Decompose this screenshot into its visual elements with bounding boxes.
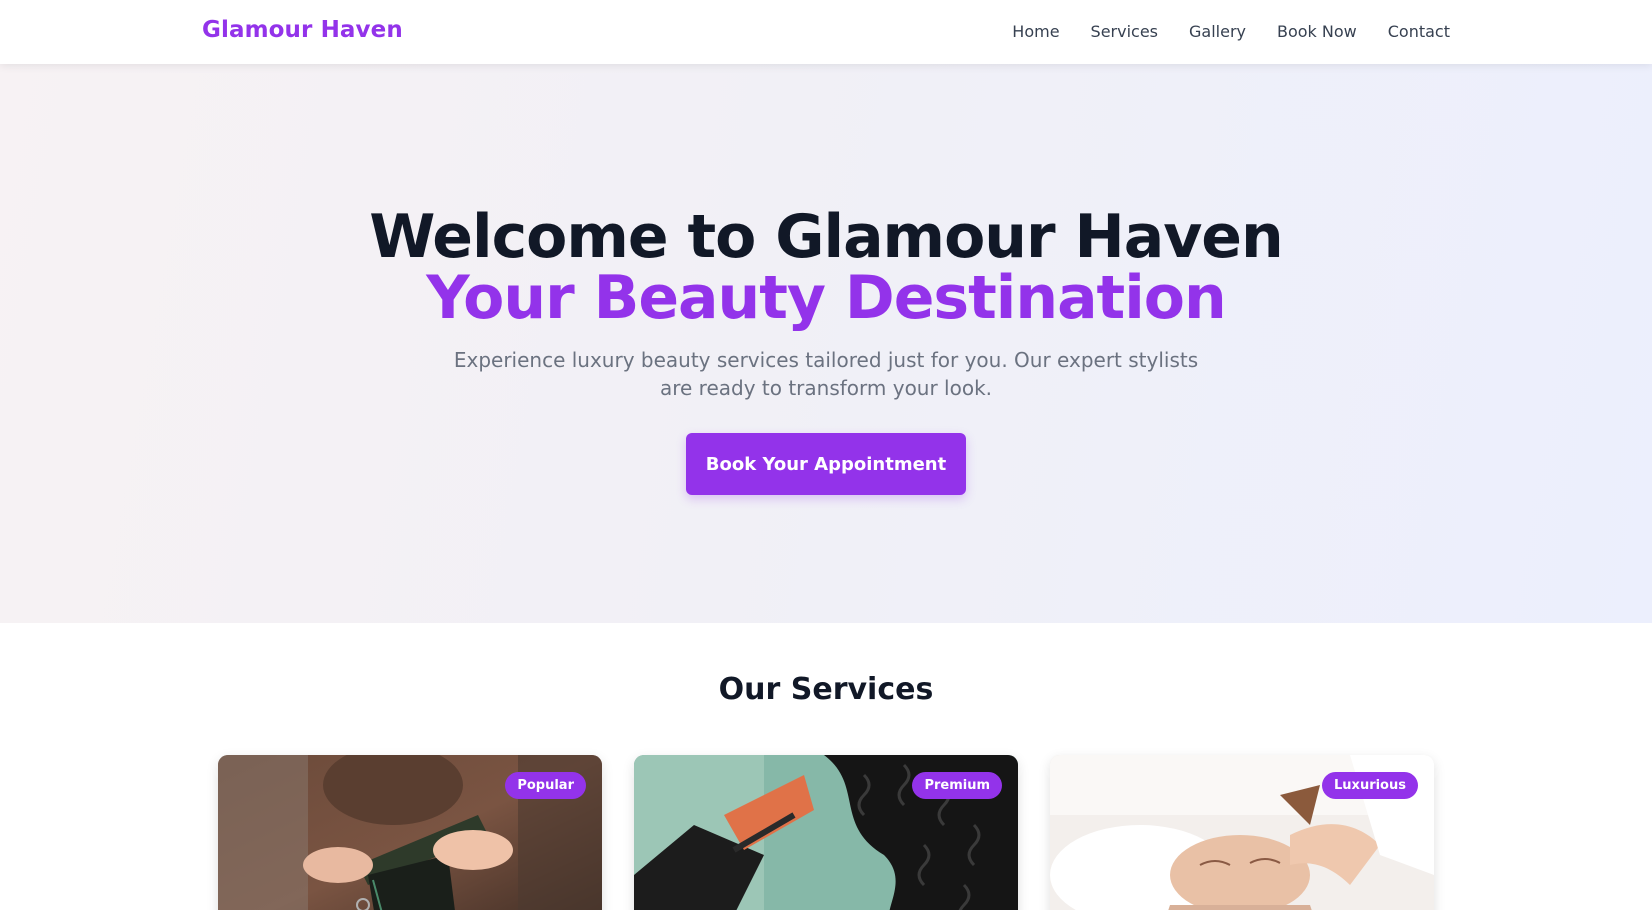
nav-link-gallery[interactable]: Gallery [1189, 22, 1246, 41]
nav-link-home[interactable]: Home [1012, 22, 1059, 41]
brand-logo[interactable]: Glamour Haven [202, 17, 403, 43]
hero-section: Welcome to Glamour Haven Your Beauty Des… [0, 64, 1652, 623]
navbar: Glamour Haven Home Services Gallery Book… [0, 0, 1652, 64]
service-badge: Premium [912, 772, 1002, 799]
hero-description: Experience luxury beauty services tailor… [453, 348, 1199, 400]
hero-title: Welcome to Glamour Haven [369, 202, 1283, 272]
nav-link-services[interactable]: Services [1091, 22, 1158, 41]
service-card-facial[interactable]: Luxurious [1050, 755, 1434, 910]
service-card-coloring[interactable]: Premium [634, 755, 1018, 910]
services-title: Our Services [718, 672, 934, 707]
service-badge: Luxurious [1322, 772, 1418, 799]
nav-links: Home Services Gallery Book Now Contact [1012, 22, 1450, 41]
hero-subtitle: Your Beauty Destination [426, 263, 1227, 333]
service-card-haircut[interactable]: Popular [218, 755, 602, 910]
nav-link-contact[interactable]: Contact [1388, 22, 1450, 41]
book-appointment-button[interactable]: Book Your Appointment [686, 433, 966, 495]
nav-link-book-now[interactable]: Book Now [1277, 22, 1357, 41]
service-badge: Popular [505, 772, 586, 799]
